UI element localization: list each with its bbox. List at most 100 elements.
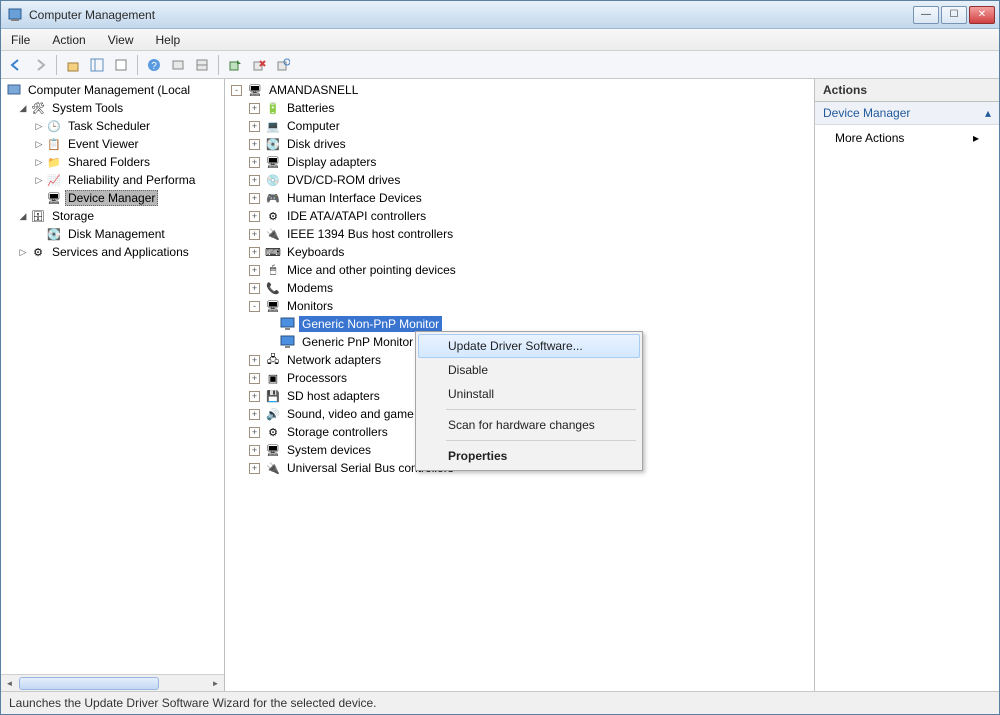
scroll-left-icon[interactable]: ◄ [1,675,18,692]
dev-computer[interactable]: +💻Computer [245,117,812,135]
toolbar-sep-3 [218,55,219,75]
plus-icon[interactable]: + [249,265,260,276]
expander-icon[interactable]: ▷ [17,247,29,258]
update-driver-button[interactable] [224,54,246,76]
tree-root[interactable]: Computer Management (Local [1,81,224,99]
dev-modems[interactable]: +📞Modems [245,279,812,297]
app-icon [7,7,23,23]
view-resources-button[interactable] [191,54,213,76]
dev-monitors[interactable]: -🖥Monitors [245,297,812,315]
dev-ide[interactable]: +⚙IDE ATA/ATAPI controllers [245,207,812,225]
window-controls: — ☐ ✕ [913,6,995,24]
expander-icon[interactable]: ▷ [33,139,45,150]
plus-icon[interactable]: + [249,283,260,294]
properties-button[interactable] [110,54,132,76]
tree-event-viewer[interactable]: ▷📋Event Viewer [29,135,224,153]
forward-button[interactable] [29,54,51,76]
tree-services[interactable]: ▷ ⚙ Services and Applications [13,243,224,261]
minus-icon[interactable]: - [249,301,260,312]
ctx-properties[interactable]: Properties [418,444,640,468]
minimize-button[interactable]: — [913,6,939,24]
dev-display[interactable]: +🖥Display adapters [245,153,812,171]
actions-sub-header[interactable]: Device Manager ▴ [815,102,999,125]
dev-1394[interactable]: +🔌IEEE 1394 Bus host controllers [245,225,812,243]
dev-hid[interactable]: +🎮Human Interface Devices [245,189,812,207]
plus-icon[interactable]: + [249,175,260,186]
dev-label: DVD/CD-ROM drives [284,172,403,188]
plus-icon[interactable]: + [249,103,260,114]
up-button[interactable] [62,54,84,76]
ctx-disable[interactable]: Disable [418,358,640,382]
scroll-right-icon[interactable]: ► [207,675,224,692]
disk-icon: 💽 [46,226,62,242]
tree-device-manager[interactable]: 🖥Device Manager [29,189,224,207]
plus-icon[interactable]: + [249,373,260,384]
tree-label: Shared Folders [65,154,153,170]
tree-shared-folders[interactable]: ▷📁Shared Folders [29,153,224,171]
tree-device-manager-label: Device Manager [65,190,158,206]
left-pane: Computer Management (Local ◢ 🛠 System To… [1,79,225,691]
plus-icon[interactable]: + [249,409,260,420]
expander-icon[interactable]: ▷ [33,121,45,132]
plus-icon[interactable]: + [249,139,260,150]
ctx-scan[interactable]: Scan for hardware changes [418,413,640,437]
scroll-thumb[interactable] [19,677,159,690]
maximize-button[interactable]: ☐ [941,6,967,24]
help-button[interactable]: ? [143,54,165,76]
plus-icon[interactable]: + [249,121,260,132]
close-button[interactable]: ✕ [969,6,995,24]
dev-dvd[interactable]: +💿DVD/CD-ROM drives [245,171,812,189]
view-devices-button[interactable] [167,54,189,76]
scan-hardware-button[interactable] [272,54,294,76]
plus-icon[interactable]: + [249,463,260,474]
dev-label: Mice and other pointing devices [284,262,459,278]
ide-icon: ⚙ [265,208,281,224]
minus-icon[interactable]: - [231,85,242,96]
network-icon: 🖧 [265,352,281,368]
tree-storage[interactable]: ◢ 🗄 Storage [13,207,224,225]
expander-icon[interactable]: ◢ [17,211,29,222]
tree-task-scheduler[interactable]: ▷🕒Task Scheduler [29,117,224,135]
ctx-update-driver[interactable]: Update Driver Software... [418,334,640,358]
tree-label: Event Viewer [65,136,141,152]
plus-icon[interactable]: + [249,211,260,222]
dev-mice[interactable]: +🖱Mice and other pointing devices [245,261,812,279]
plus-icon[interactable]: + [249,355,260,366]
menu-help[interactable]: Help [152,31,185,49]
status-bar: Launches the Update Driver Software Wiza… [1,692,999,714]
menu-view[interactable]: View [104,31,138,49]
dev-keyboards[interactable]: +⌨Keyboards [245,243,812,261]
uninstall-button[interactable] [248,54,270,76]
menu-action[interactable]: Action [48,31,89,49]
tree-label: Task Scheduler [65,118,153,134]
expander-icon[interactable]: ◢ [17,103,29,114]
computer-mgmt-icon [6,82,22,98]
ctx-uninstall[interactable]: Uninstall [418,382,640,406]
display-icon: 🖥 [265,154,281,170]
dev-label: Modems [284,280,336,296]
plus-icon[interactable]: + [249,247,260,258]
tree-label: Reliability and Performa [65,172,198,188]
plus-icon[interactable]: + [249,391,260,402]
show-tree-button[interactable] [86,54,108,76]
back-button[interactable] [5,54,27,76]
monitor-icon: 🖥 [265,298,281,314]
plus-icon[interactable]: + [249,229,260,240]
expander-icon[interactable]: ▷ [33,175,45,186]
plus-icon[interactable]: + [249,445,260,456]
plus-icon[interactable]: + [249,157,260,168]
tools-icon: 🛠 [30,100,46,116]
dev-batteries[interactable]: +🔋Batteries [245,99,812,117]
expander-icon[interactable]: ▷ [33,157,45,168]
tree-reliability[interactable]: ▷📈Reliability and Performa [29,171,224,189]
left-tree[interactable]: Computer Management (Local ◢ 🛠 System To… [1,79,224,674]
actions-more[interactable]: More Actions ▸ [815,125,999,151]
tree-system-tools[interactable]: ◢ 🛠 System Tools [13,99,224,117]
plus-icon[interactable]: + [249,427,260,438]
left-hscroll[interactable]: ◄ ► [1,674,224,691]
dev-root[interactable]: - 🖥 AMANDASNELL [227,81,812,99]
menu-file[interactable]: File [7,31,34,49]
tree-disk-mgmt[interactable]: 💽Disk Management [29,225,224,243]
plus-icon[interactable]: + [249,193,260,204]
dev-disk-drives[interactable]: +💽Disk drives [245,135,812,153]
